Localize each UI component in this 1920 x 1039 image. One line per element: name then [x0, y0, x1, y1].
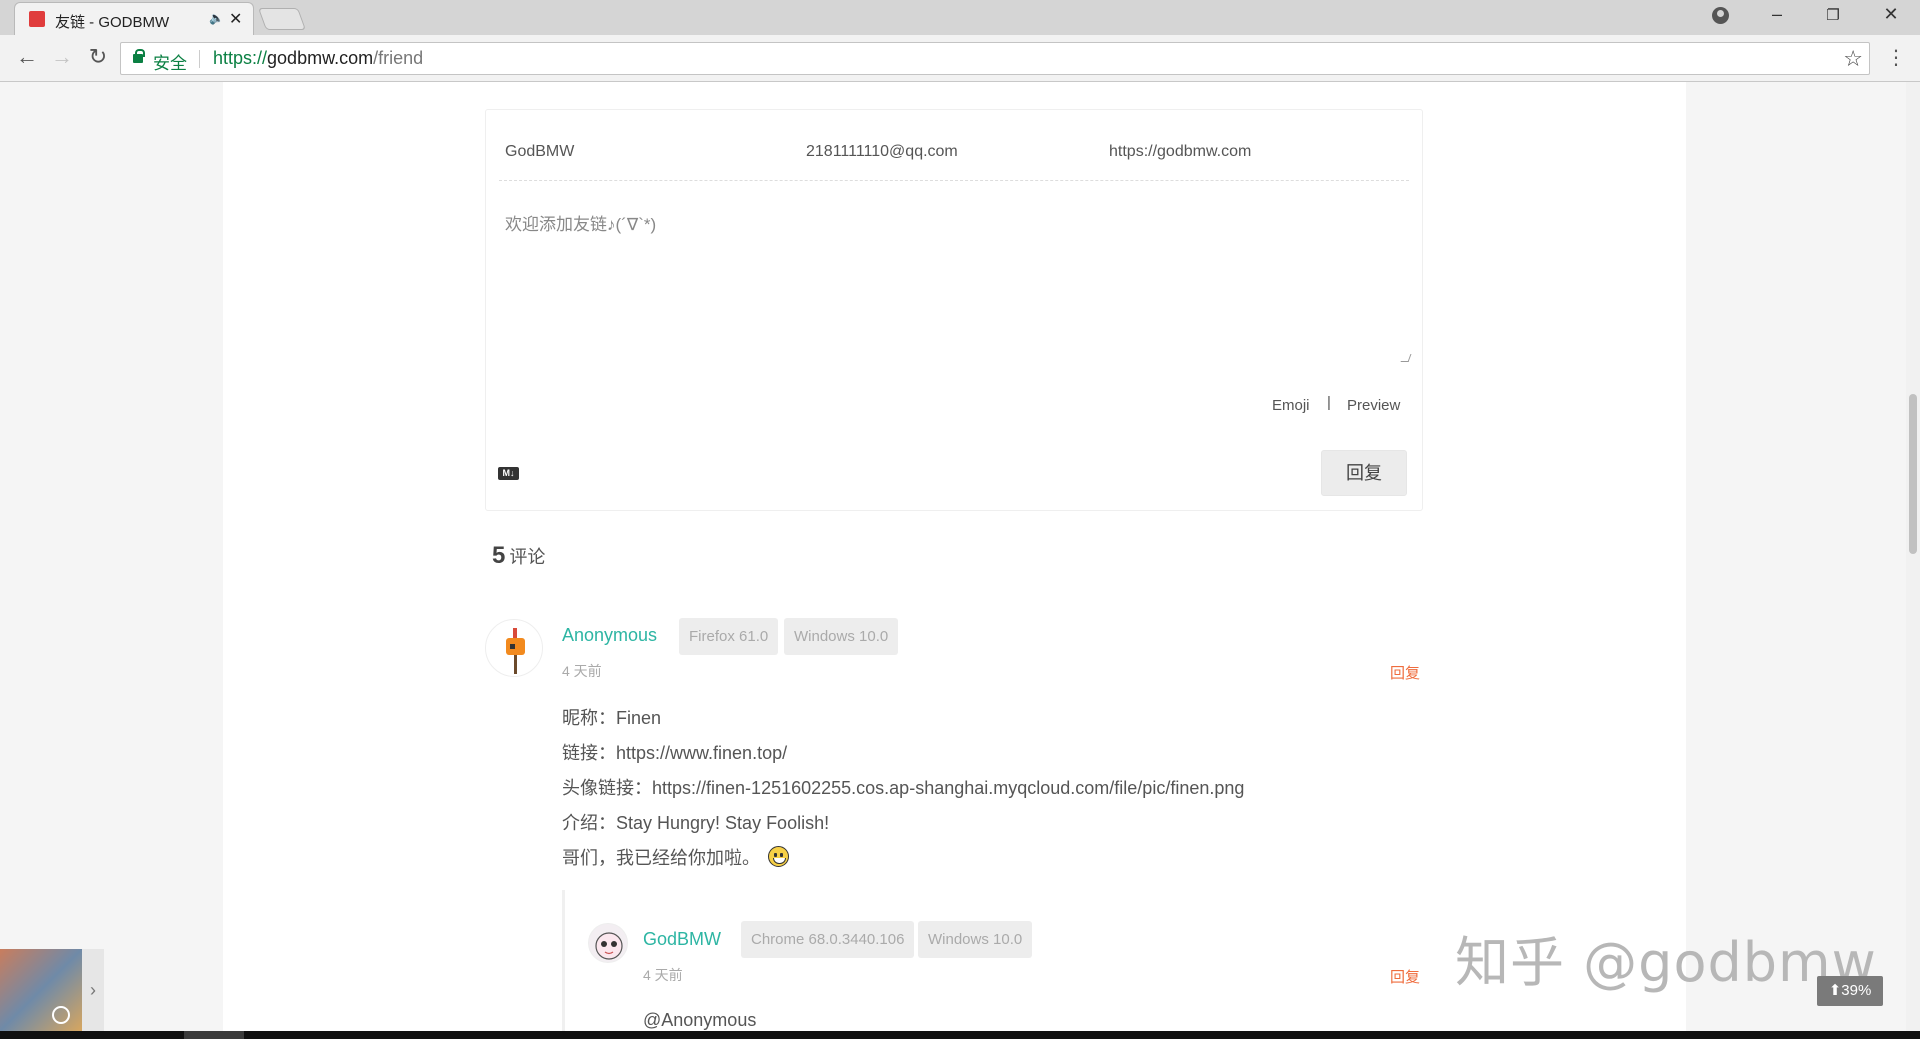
comment-line: 头像链接：https://finen-1251602255.cos.ap-sha…	[562, 778, 1245, 798]
browser-tab-strip: 友链 - GODBMW 🔈 ✕ – ❐ ✕	[0, 0, 1920, 35]
speaker-icon[interactable]: 🔈	[209, 11, 224, 25]
comment-line-last: 哥们，我已经给你加啦。	[562, 844, 789, 870]
comment-line: 介绍：Stay Hungry! Stay Foolish!	[562, 813, 830, 833]
profile-icon[interactable]	[1712, 7, 1729, 24]
comment-count: 5 评论	[492, 542, 545, 570]
os-badge: Windows 10.0	[784, 618, 899, 655]
page-scrollbar[interactable]	[1906, 82, 1920, 1031]
close-tab-icon[interactable]: ✕	[229, 9, 242, 29]
address-bar[interactable]: 安全 https://godbmw.com/friend ☆	[120, 42, 1870, 75]
smile-emoji-icon	[768, 846, 789, 867]
music-player-cover[interactable]	[0, 949, 82, 1031]
resize-grip-icon[interactable]	[1400, 354, 1412, 362]
scroll-to-top-button[interactable]: ⬆39%	[1817, 976, 1883, 1006]
url-text[interactable]: https://godbmw.com/friend	[213, 48, 423, 69]
website-field[interactable]: https://godbmw.com	[1109, 143, 1251, 161]
os-taskbar	[0, 1031, 1920, 1039]
emoji-button[interactable]: Emoji	[1272, 397, 1310, 414]
back-button[interactable]: ←	[13, 44, 41, 70]
taskbar-item[interactable]	[184, 1031, 244, 1039]
url-host: godbmw.com	[267, 48, 374, 68]
submit-reply-button[interactable]: 回复	[1321, 450, 1407, 496]
bookmark-star-icon[interactable]: ☆	[1843, 46, 1863, 72]
comment-line: 链接：https://www.finen.top/	[562, 743, 788, 763]
reply-author[interactable]: GodBMW	[643, 929, 721, 950]
main-content: GodBMW 2181111110@qq.com https://godbmw.…	[223, 82, 1686, 1031]
comment-form: GodBMW 2181111110@qq.com https://godbmw.…	[485, 109, 1423, 511]
url-scheme: https://	[213, 48, 268, 68]
new-tab-button[interactable]	[257, 8, 307, 30]
avatar-godbmw	[588, 923, 628, 963]
comment-count-number: 5	[492, 542, 506, 569]
browser-menu-icon[interactable]: ⋮	[1886, 45, 1906, 70]
link-separator: |	[1327, 394, 1331, 411]
scrollbar-thumb[interactable]	[1909, 394, 1917, 554]
restore-button[interactable]: ❐	[1818, 6, 1848, 24]
email-field[interactable]: 2181111110@qq.com	[806, 143, 958, 161]
browser-tab-active[interactable]: 友链 - GODBMW 🔈 ✕	[14, 2, 254, 35]
browser-toolbar: ← → ↻ 安全 https://godbmw.com/friend ☆ ⋮	[0, 35, 1920, 82]
preview-button[interactable]: Preview	[1347, 397, 1400, 414]
reply-time: 4 天前	[643, 967, 683, 983]
comment-count-label: 评论	[509, 547, 546, 567]
watermark: 知乎 @godbmw	[1455, 931, 1877, 994]
markdown-icon[interactable]: M↓	[498, 467, 519, 480]
url-path: /friend	[373, 48, 424, 68]
comment-text: 哥们，我已经给你加啦。	[562, 848, 760, 868]
tab-title: 友链 - GODBMW	[55, 14, 170, 31]
forward-button[interactable]: →	[48, 44, 76, 70]
minimize-button[interactable]: –	[1762, 4, 1792, 25]
reply-button[interactable]: 回复	[1390, 966, 1420, 987]
comment-line: 昵称：Finen	[562, 708, 662, 728]
reply-button[interactable]: 回复	[1390, 662, 1420, 683]
comment-time: 4 天前	[562, 663, 602, 679]
browser-badge: Firefox 61.0	[679, 618, 779, 655]
godbmw-avatar-icon	[595, 932, 623, 960]
lock-icon	[133, 49, 145, 63]
music-player-toggle[interactable]: ›	[82, 949, 104, 1031]
os-badge: Windows 10.0	[918, 921, 1033, 958]
reload-button[interactable]: ↻	[84, 44, 112, 70]
nickname-field[interactable]: GodBMW	[505, 143, 574, 161]
reply-line: @Anonymous	[643, 1010, 757, 1030]
mailbox-avatar-icon	[506, 628, 525, 674]
browser-badge: Chrome 68.0.3440.106	[741, 921, 915, 958]
secure-label: 安全	[153, 54, 187, 73]
play-pause-icon[interactable]	[52, 1006, 70, 1024]
close-window-button[interactable]: ✕	[1876, 4, 1906, 25]
site-favicon-icon	[29, 11, 45, 27]
avatar-anonymous	[485, 619, 543, 677]
omnibox-divider	[199, 50, 200, 68]
form-divider	[499, 180, 1409, 181]
comment-author[interactable]: Anonymous	[562, 625, 657, 646]
comment-textarea[interactable]: 欢迎添加友链♪(´∇`*)	[499, 210, 1411, 340]
